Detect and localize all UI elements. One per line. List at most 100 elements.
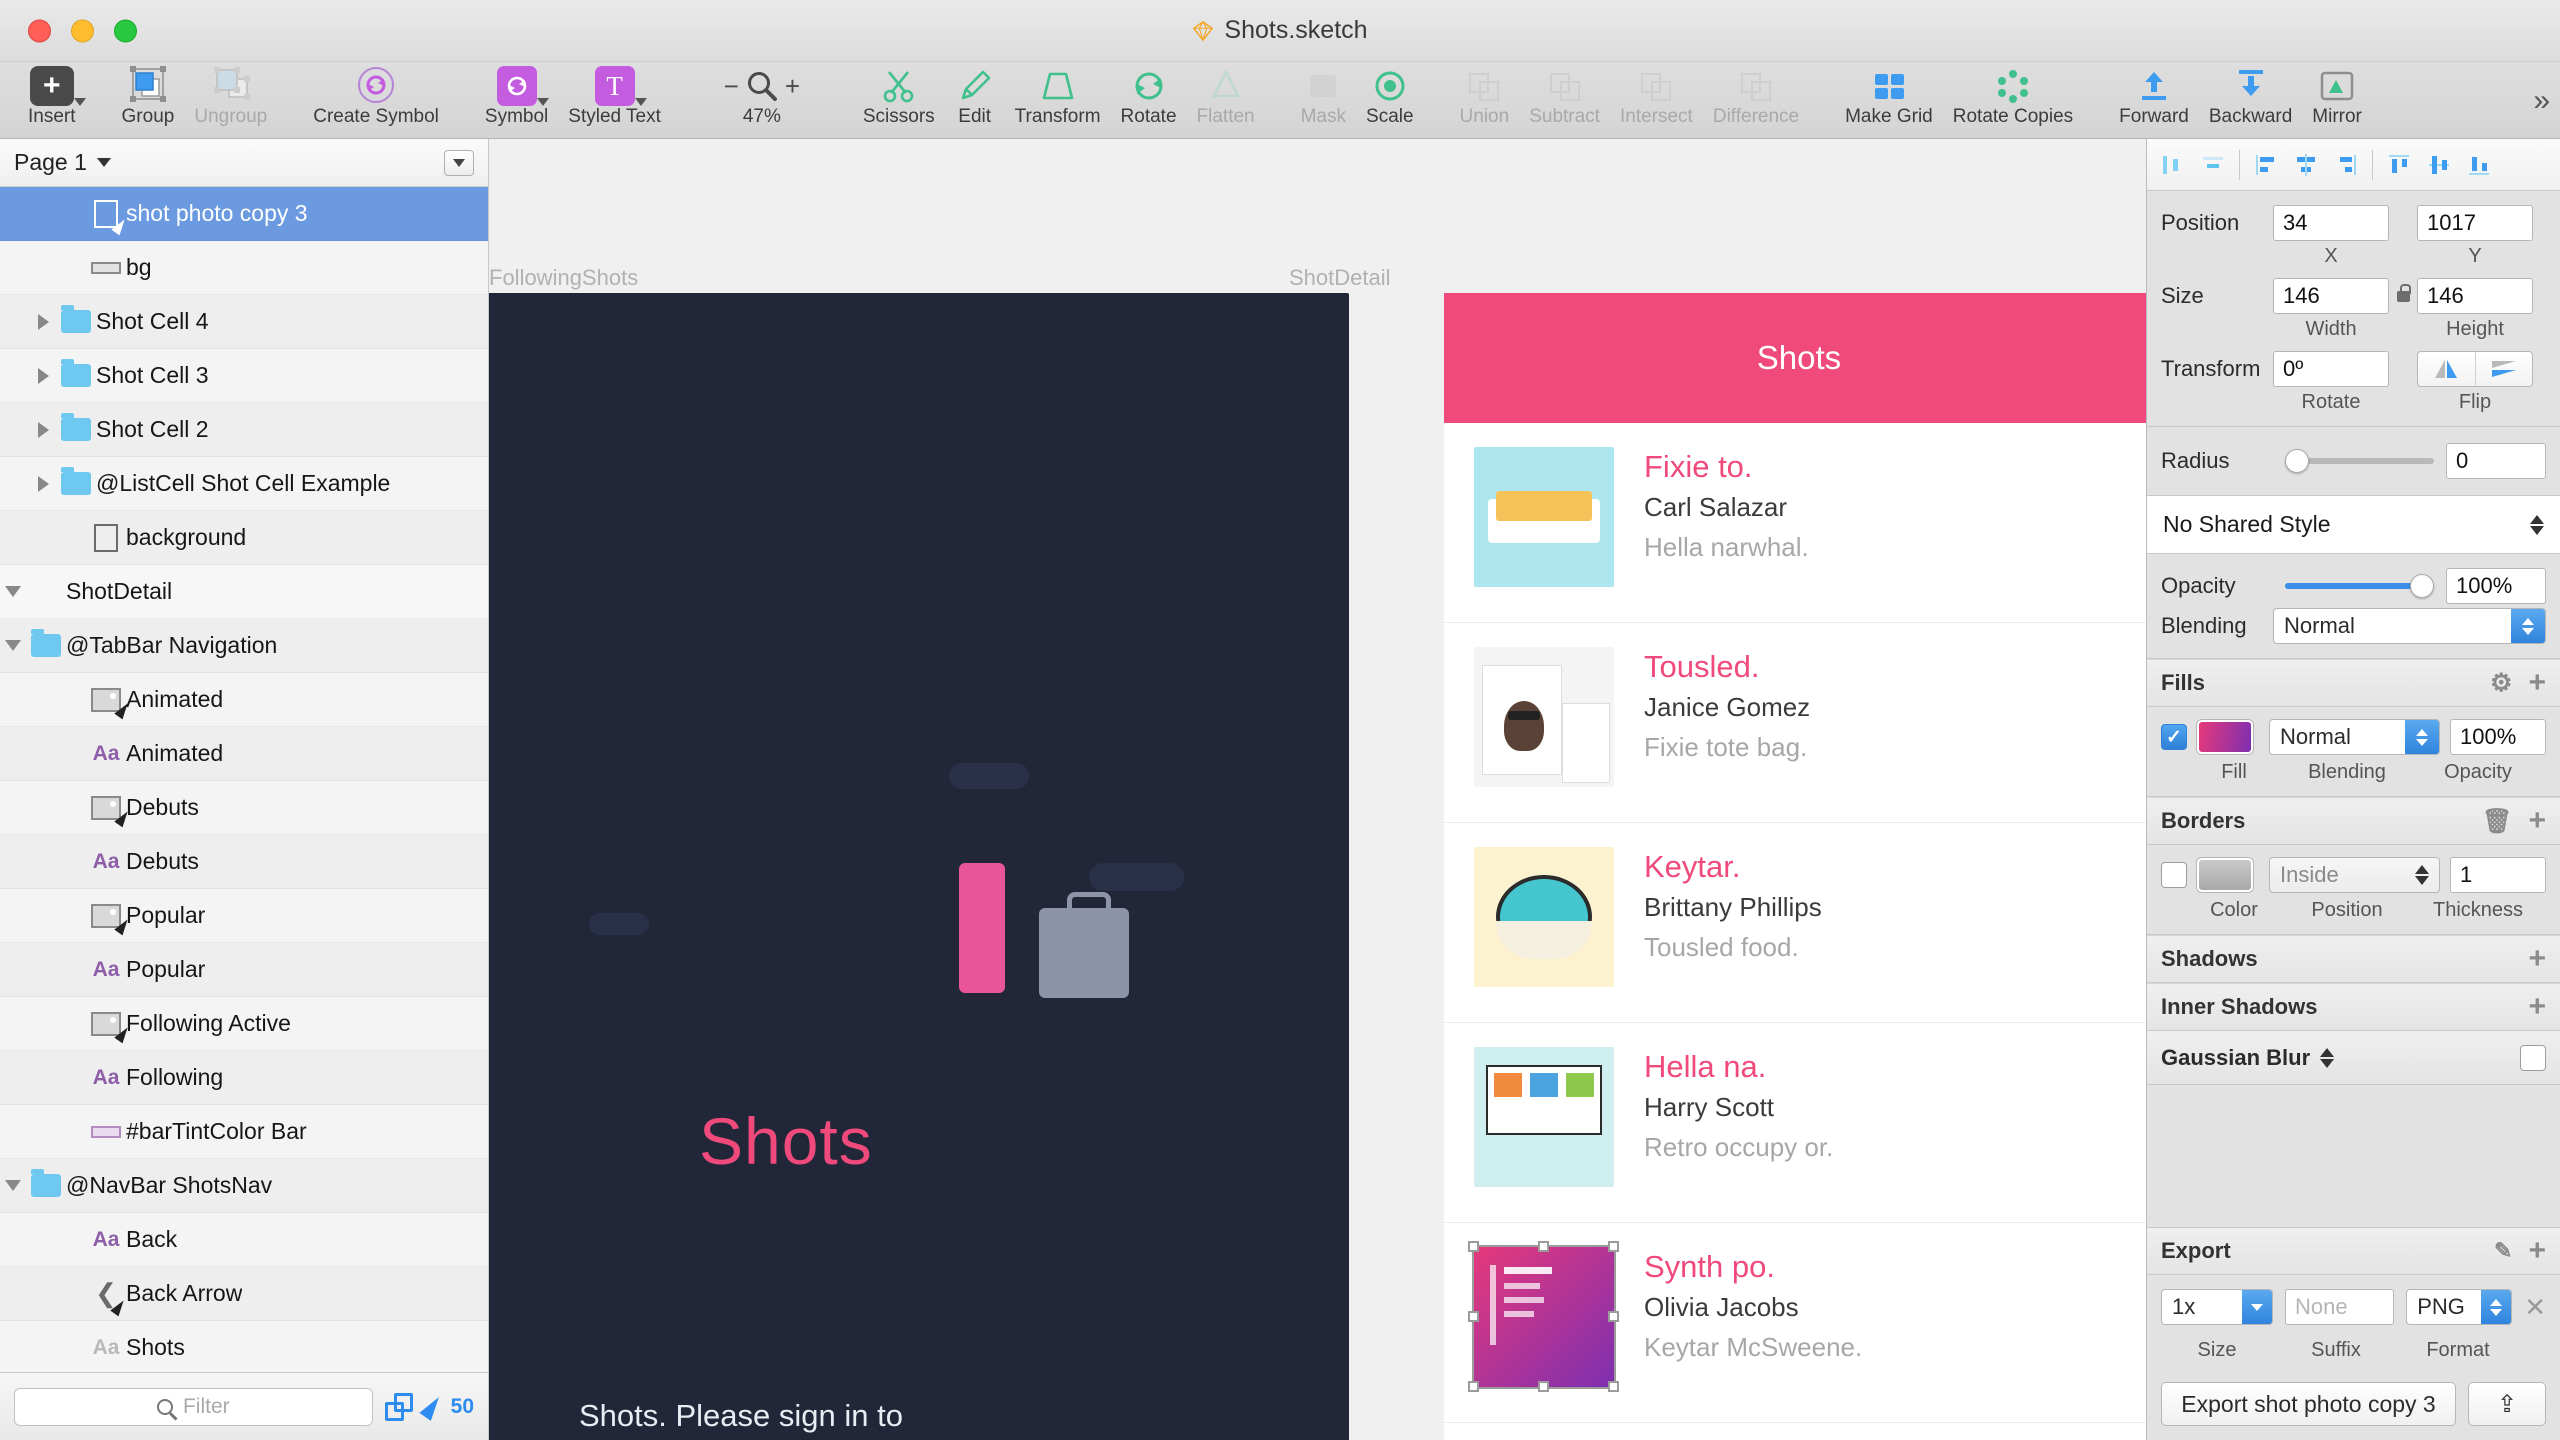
disclosure-triangle[interactable] — [30, 367, 56, 384]
add-fill-button[interactable]: + — [2528, 668, 2546, 698]
remove-export-icon[interactable]: ✕ — [2524, 1292, 2546, 1323]
artboard-label-followingshots[interactable]: FollowingShots — [489, 265, 638, 291]
layer-row[interactable]: Aa Shots — [0, 1321, 488, 1372]
toolbar-edit[interactable]: Edit — [945, 62, 1005, 127]
aspect-lock-icon[interactable] — [2389, 283, 2417, 302]
fill-blending-select[interactable]: Normal — [2269, 719, 2440, 755]
toolbar-overflow-button[interactable]: » — [2533, 84, 2550, 118]
resize-handle[interactable] — [1468, 1241, 1479, 1252]
canvas[interactable]: FollowingShots ShotDetail Shots Shots. P… — [489, 139, 2146, 1440]
minimize-button[interactable] — [71, 19, 94, 42]
flip-buttons[interactable] — [2417, 351, 2533, 387]
pen-icon[interactable] — [419, 1392, 445, 1421]
align-bottom-icon[interactable] — [2459, 146, 2499, 184]
delete-border-button[interactable]: 🗑 — [2482, 807, 2512, 836]
toolbar-transform[interactable]: Transform — [1005, 62, 1111, 127]
toolbar-rotate-copies[interactable]: Rotate Copies — [1943, 62, 2083, 127]
layer-row[interactable]: @ListCell Shot Cell Example — [0, 457, 488, 511]
toolbar-zoom[interactable]: − + 47% — [697, 62, 827, 127]
toolbar-styled-text[interactable]: T Styled Text — [558, 62, 671, 127]
toolbar-scissors[interactable]: Scissors — [853, 62, 945, 127]
toolbar-insert[interactable]: + Insert — [18, 62, 86, 127]
add-border-button[interactable]: + — [2528, 806, 2546, 836]
disclosure-triangle[interactable] — [30, 313, 56, 330]
rotate-input[interactable]: 0º — [2273, 351, 2389, 387]
gaussian-blur-checkbox[interactable] — [2520, 1044, 2546, 1071]
chevron-down-icon[interactable] — [96, 158, 111, 167]
resize-handle[interactable] — [1538, 1241, 1549, 1252]
resize-handle[interactable] — [1468, 1381, 1479, 1392]
shot-cell[interactable]: Fixie to. Carl Salazar Hella narwhal. — [1444, 423, 2146, 623]
layer-row[interactable]: @NavBar ShotsNav — [0, 1159, 488, 1213]
size-height-input[interactable]: 146 — [2417, 278, 2533, 314]
align-top-icon[interactable] — [2379, 146, 2419, 184]
add-export-button[interactable]: + — [2528, 1236, 2546, 1266]
flip-horizontal-icon[interactable] — [2418, 352, 2475, 386]
artboard-followingshots[interactable]: Shots Fixie to. Carl Salazar Hella narwhal… — [1444, 293, 2146, 1440]
layer-row[interactable]: Debuts — [0, 781, 488, 835]
layer-row[interactable]: Aa Following — [0, 1051, 488, 1105]
disclosure-triangle[interactable] — [0, 640, 26, 651]
disclosure-triangle[interactable] — [0, 586, 26, 597]
disclosure-triangle[interactable] — [30, 475, 56, 492]
chevron-down-icon[interactable] — [2242, 1290, 2272, 1324]
layer-row[interactable]: Aa Debuts — [0, 835, 488, 889]
toolbar-create-symbol[interactable]: Create Symbol — [303, 62, 449, 127]
styled-text-menu-caret[interactable] — [634, 98, 647, 106]
layer-row[interactable]: Aa Animated — [0, 727, 488, 781]
align-center-horizontal-icon[interactable] — [2193, 146, 2233, 184]
layer-row[interactable]: Aa Back — [0, 1213, 488, 1267]
toolbar-rotate[interactable]: Rotate — [1111, 62, 1187, 127]
zoom-button[interactable] — [114, 19, 137, 42]
flip-vertical-icon[interactable] — [2476, 352, 2533, 386]
add-inner-shadow-button[interactable]: + — [2528, 992, 2546, 1022]
fill-enabled-checkbox[interactable]: ✓ — [2161, 724, 2187, 750]
layer-list[interactable]: shot photo copy 3 bg Shot Cell 4 Shot Cell … — [0, 187, 488, 1372]
resize-handle[interactable] — [1538, 1381, 1549, 1392]
layer-row[interactable]: ❮ Back Arrow — [0, 1267, 488, 1321]
fill-opacity-input[interactable]: 100% — [2450, 719, 2546, 755]
layer-row[interactable]: Popular — [0, 889, 488, 943]
toolbar-forward[interactable]: Forward — [2109, 62, 2199, 127]
layer-row[interactable]: @TabBar Navigation — [0, 619, 488, 673]
shared-style-select[interactable]: No Shared Style — [2147, 496, 2560, 554]
export-button[interactable]: Export shot photo copy 3 — [2161, 1382, 2456, 1426]
magnifier-icon[interactable] — [745, 69, 779, 103]
shot-cell[interactable]: Hella na. Harry Scott Retro occupy or. — [1444, 1023, 2146, 1223]
shot-cell[interactable]: Synth po. Olivia Jacobs Keytar McSweene. — [1444, 1223, 2146, 1423]
blur-type-stepper-icon[interactable] — [2320, 1047, 2335, 1068]
stepper-icon[interactable] — [2511, 609, 2545, 643]
opacity-slider[interactable] — [2285, 574, 2434, 598]
shot-cell[interactable]: Keytar. Brittany Phillips Tousled food. — [1444, 823, 2146, 1023]
toolbar-group[interactable]: Group — [112, 62, 185, 127]
stepper-icon[interactable] — [2481, 1290, 2512, 1324]
distribute-right-icon[interactable] — [2326, 146, 2366, 184]
artboard-label-shotdetail[interactable]: ShotDetail — [1289, 265, 1391, 291]
layer-row[interactable]: Following Active — [0, 997, 488, 1051]
border-thickness-input[interactable]: 1 — [2450, 857, 2546, 893]
border-color-swatch[interactable] — [2197, 858, 2253, 892]
layer-row[interactable]: Shot Cell 2 — [0, 403, 488, 457]
radius-input[interactable]: 0 — [2446, 443, 2546, 479]
close-button[interactable] — [28, 19, 51, 42]
align-toolbar[interactable] — [2147, 139, 2560, 191]
export-size-select[interactable]: 1x — [2161, 1289, 2273, 1325]
opacity-input[interactable]: 100% — [2446, 568, 2546, 604]
distribute-left-icon[interactable] — [2246, 146, 2286, 184]
border-enabled-checkbox[interactable] — [2161, 862, 2187, 888]
insert-menu-caret[interactable] — [73, 98, 86, 106]
position-x-input[interactable]: 34 — [2273, 205, 2389, 241]
layer-row[interactable]: background — [0, 511, 488, 565]
align-middle-icon[interactable] — [2419, 146, 2459, 184]
toolbar-make-grid[interactable]: Make Grid — [1835, 62, 1943, 127]
stepper-icon[interactable] — [2405, 720, 2439, 754]
symbol-menu-caret[interactable] — [536, 98, 549, 106]
toolbar-symbol[interactable]: Symbol — [475, 62, 558, 127]
stepper-icon[interactable] — [2530, 514, 2544, 535]
toolbar-scale[interactable]: Scale — [1356, 62, 1424, 127]
border-position-select[interactable]: Inside — [2269, 857, 2440, 893]
disclosure-triangle[interactable] — [30, 421, 56, 438]
layer-row[interactable]: bg — [0, 241, 488, 295]
add-shadow-button[interactable]: + — [2528, 944, 2546, 974]
export-pen-icon[interactable]: ✎ — [2494, 1238, 2512, 1264]
